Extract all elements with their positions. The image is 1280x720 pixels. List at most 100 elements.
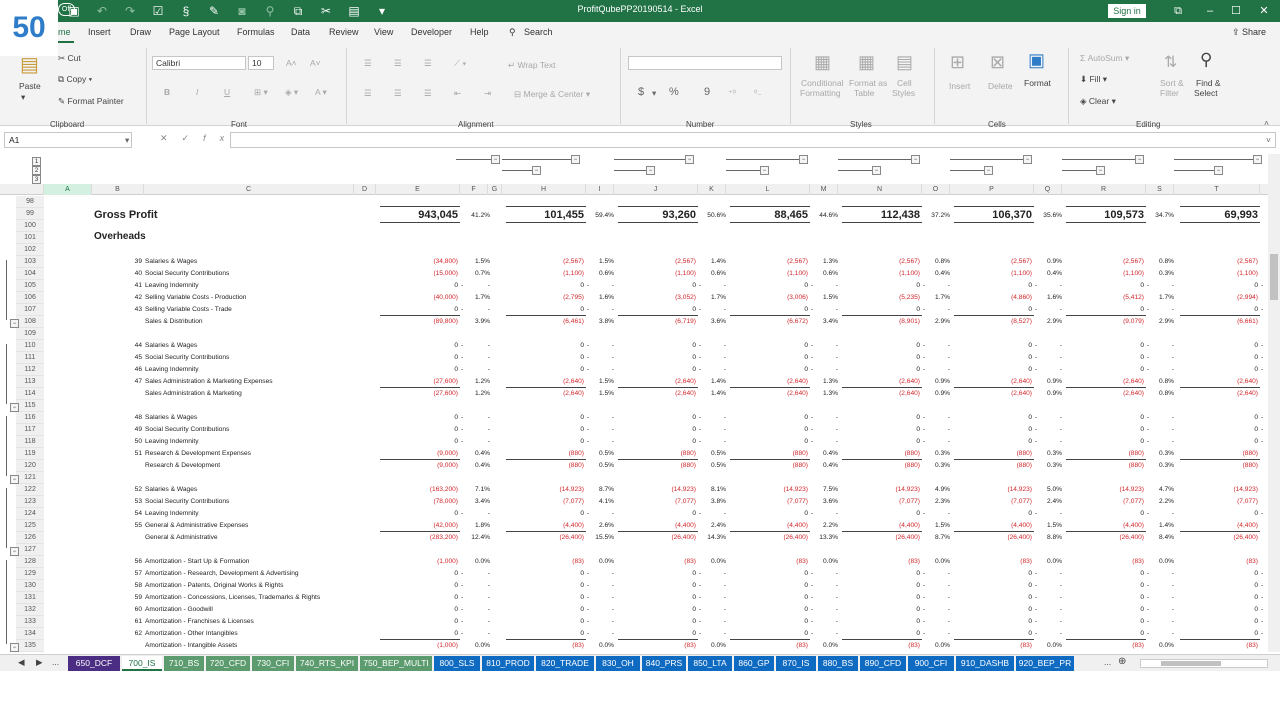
row-header[interactable]: 100	[16, 220, 44, 232]
row-header[interactable]: 134	[16, 628, 44, 640]
underline-button[interactable]: U	[224, 87, 230, 97]
outline-level-3[interactable]: 3	[32, 175, 41, 184]
column-header-i[interactable]: I	[586, 184, 614, 195]
column-header-h[interactable]: H	[502, 184, 586, 195]
row-header[interactable]: 107	[16, 304, 44, 316]
collapse-group-button[interactable]: −	[1214, 166, 1223, 175]
fill-color-icon[interactable]: ◈ ▾	[285, 87, 298, 98]
format-cells-icon[interactable]: ▣	[1028, 50, 1045, 71]
enter-icon[interactable]: ✓	[182, 133, 204, 143]
row-header[interactable]: 121	[16, 472, 44, 484]
row-header[interactable]: 117	[16, 424, 44, 436]
clear-button[interactable]: ◈ Clear ▾	[1080, 96, 1116, 107]
align-bottom-icon[interactable]: ☰	[424, 58, 432, 69]
sheet-tab-820_trade[interactable]: 820_TRADE	[536, 656, 594, 671]
row-header[interactable]: 113	[16, 376, 44, 388]
tab-review[interactable]: Review	[329, 27, 359, 37]
collapse-row-group-button[interactable]: −	[10, 475, 19, 484]
row-header[interactable]: 135	[16, 640, 44, 652]
find-select-button[interactable]: Find &	[1196, 78, 1221, 88]
tab-more-right[interactable]: ...	[1104, 657, 1111, 667]
sheet-tab-910_dashb[interactable]: 910_DASHB	[956, 656, 1014, 671]
tab-formulas[interactable]: Formulas	[237, 27, 275, 37]
sheet-tab-800_sls[interactable]: 800_SLS	[434, 656, 480, 671]
tab-data[interactable]: Data	[291, 27, 310, 37]
sheet-tab-860_gp[interactable]: 860_GP	[734, 656, 774, 671]
autosum-button[interactable]: Σ AutoSum ▾	[1080, 53, 1129, 64]
collapse-group-button[interactable]: −	[1023, 155, 1032, 164]
format-painter-button[interactable]: ✎ Format Painter	[58, 96, 124, 107]
column-header-k[interactable]: K	[698, 184, 726, 195]
column-header-d[interactable]: D	[354, 184, 376, 195]
column-header-j[interactable]: J	[614, 184, 698, 195]
collapse-group-button[interactable]: −	[571, 155, 580, 164]
format-as-table-icon[interactable]: ▦	[858, 52, 875, 73]
row-header[interactable]: 118	[16, 436, 44, 448]
row-header[interactable]: 109	[16, 328, 44, 340]
align-left-icon[interactable]: ☰	[364, 88, 372, 99]
row-header[interactable]: 133	[16, 616, 44, 628]
collapse-ribbon-icon[interactable]: ˄	[1264, 118, 1269, 128]
column-header-c[interactable]: C	[144, 184, 354, 195]
font-size-combo[interactable]: 10	[248, 56, 274, 70]
row-header[interactable]: 119	[16, 448, 44, 460]
collapse-row-group-button[interactable]: −	[10, 547, 19, 556]
row-header[interactable]: 129	[16, 568, 44, 580]
collapse-group-button[interactable]: −	[685, 155, 694, 164]
collapse-group-button[interactable]: −	[532, 166, 541, 175]
column-header-g[interactable]: G	[488, 184, 502, 195]
tab-help[interactable]: Help	[470, 27, 489, 37]
row-header[interactable]: 104	[16, 268, 44, 280]
decrease-indent-icon[interactable]: ⇤	[454, 88, 461, 99]
collapse-group-button[interactable]: −	[799, 155, 808, 164]
sheet-tab-740_rts_kpi[interactable]: 740_RTS_KPI	[296, 656, 358, 671]
grow-font-icon[interactable]: A˄	[286, 58, 297, 68]
collapse-group-button[interactable]: −	[491, 155, 500, 164]
comma-button[interactable]: 9	[704, 86, 710, 98]
align-top-icon[interactable]: ☰	[364, 58, 372, 69]
column-header-l[interactable]: L	[726, 184, 810, 195]
minimize-button[interactable]: –	[1200, 3, 1220, 19]
align-center-icon[interactable]: ☰	[394, 88, 402, 99]
row-header[interactable]: 103	[16, 256, 44, 268]
font-name-combo[interactable]: Calibri	[152, 56, 246, 70]
add-sheet-icon[interactable]: ⊕	[1118, 656, 1126, 667]
tab-scroll-next-icon[interactable]: ▶	[36, 657, 43, 668]
row-header[interactable]: 114	[16, 388, 44, 400]
row-header[interactable]: 131	[16, 592, 44, 604]
find-select-icon[interactable]: ⚲	[1200, 50, 1212, 70]
sheet-tab-730_cfi[interactable]: 730_CFI	[252, 656, 294, 671]
name-box[interactable]: A1	[4, 132, 132, 148]
search-box[interactable]: Search	[524, 27, 553, 37]
row-header[interactable]: 127	[16, 544, 44, 556]
collapse-group-button[interactable]: −	[984, 166, 993, 175]
select-all-corner[interactable]	[16, 184, 44, 195]
font-color-icon[interactable]: A ▾	[315, 87, 327, 98]
collapse-group-button[interactable]: −	[646, 166, 655, 175]
tab-page-layout[interactable]: Page Layout	[169, 27, 220, 37]
row-header[interactable]: 105	[16, 280, 44, 292]
number-format-combo[interactable]	[628, 56, 782, 70]
row-header[interactable]: 126	[16, 532, 44, 544]
currency-dropdown-icon[interactable]: ▾	[652, 88, 656, 99]
sheet-tab-650_dcf[interactable]: 650_DCF	[68, 656, 120, 671]
tab-developer[interactable]: Developer	[411, 27, 452, 37]
row-header[interactable]: 111	[16, 352, 44, 364]
row-header[interactable]: 125	[16, 520, 44, 532]
sheet-tab-710_bs[interactable]: 710_BS	[164, 656, 204, 671]
orientation-icon[interactable]: ⟋ ▾	[454, 58, 466, 69]
collapse-group-button[interactable]: −	[1096, 166, 1105, 175]
cell-styles-icon[interactable]: ▤	[896, 52, 913, 73]
sheet-tab-850_lta[interactable]: 850_LTA	[688, 656, 732, 671]
sort-filter-icon[interactable]: ⇅	[1164, 52, 1177, 72]
conditional-formatting-button[interactable]: Conditional	[801, 78, 844, 88]
column-header-q[interactable]: Q	[1034, 184, 1062, 195]
row-header[interactable]: 99	[16, 208, 44, 220]
row-header[interactable]: 122	[16, 484, 44, 496]
sheet-tab-880_bs[interactable]: 880_BS	[818, 656, 858, 671]
italic-button[interactable]: I	[196, 87, 198, 97]
column-header-o[interactable]: O	[922, 184, 950, 195]
share-button[interactable]: ⇪ Share	[1232, 27, 1266, 38]
tab-scroll-prev-icon[interactable]: ◀	[18, 657, 25, 668]
conditional-formatting-icon[interactable]: ▦	[814, 52, 831, 73]
